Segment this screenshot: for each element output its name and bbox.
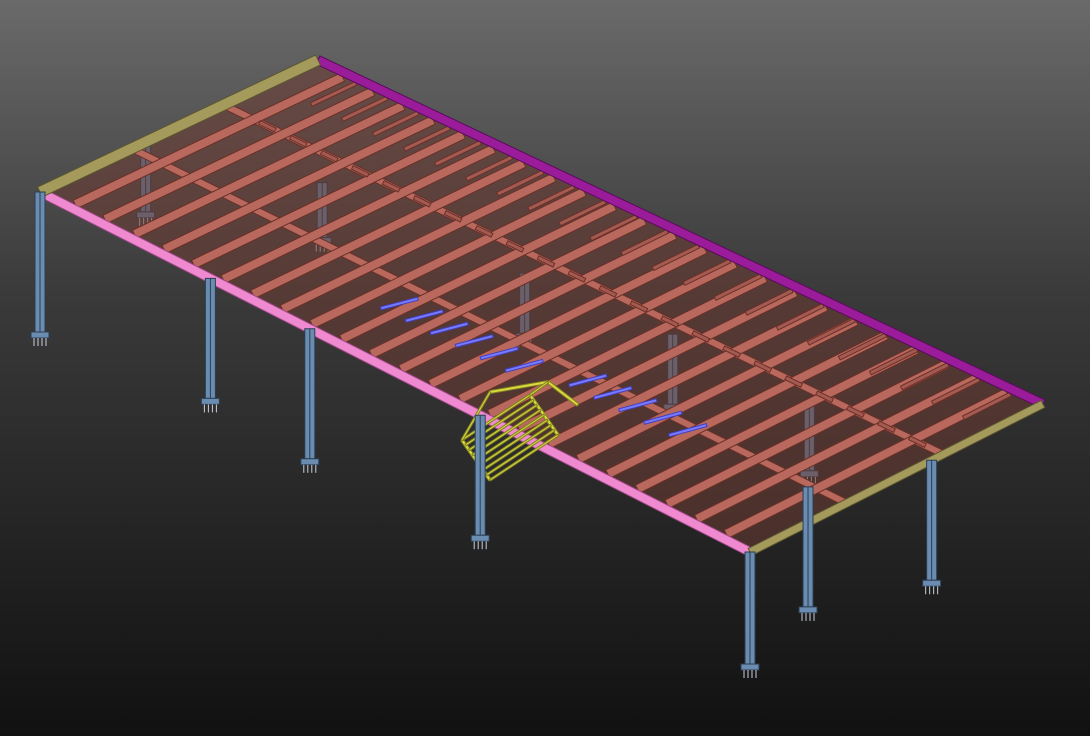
steel-frame-model[interactable] [0, 0, 1090, 736]
3d-model-viewport[interactable] [0, 0, 1090, 736]
column-front-1-base-plate [200, 397, 220, 405]
column-front-0-base-plate [30, 331, 50, 339]
column-front-5-base-plate [798, 606, 818, 614]
column-front-6-base-plate [922, 579, 942, 587]
column-front-2-base-plate [300, 458, 320, 466]
column-front-4-base-plate [740, 663, 760, 671]
column-front-3-base-plate [470, 534, 490, 542]
